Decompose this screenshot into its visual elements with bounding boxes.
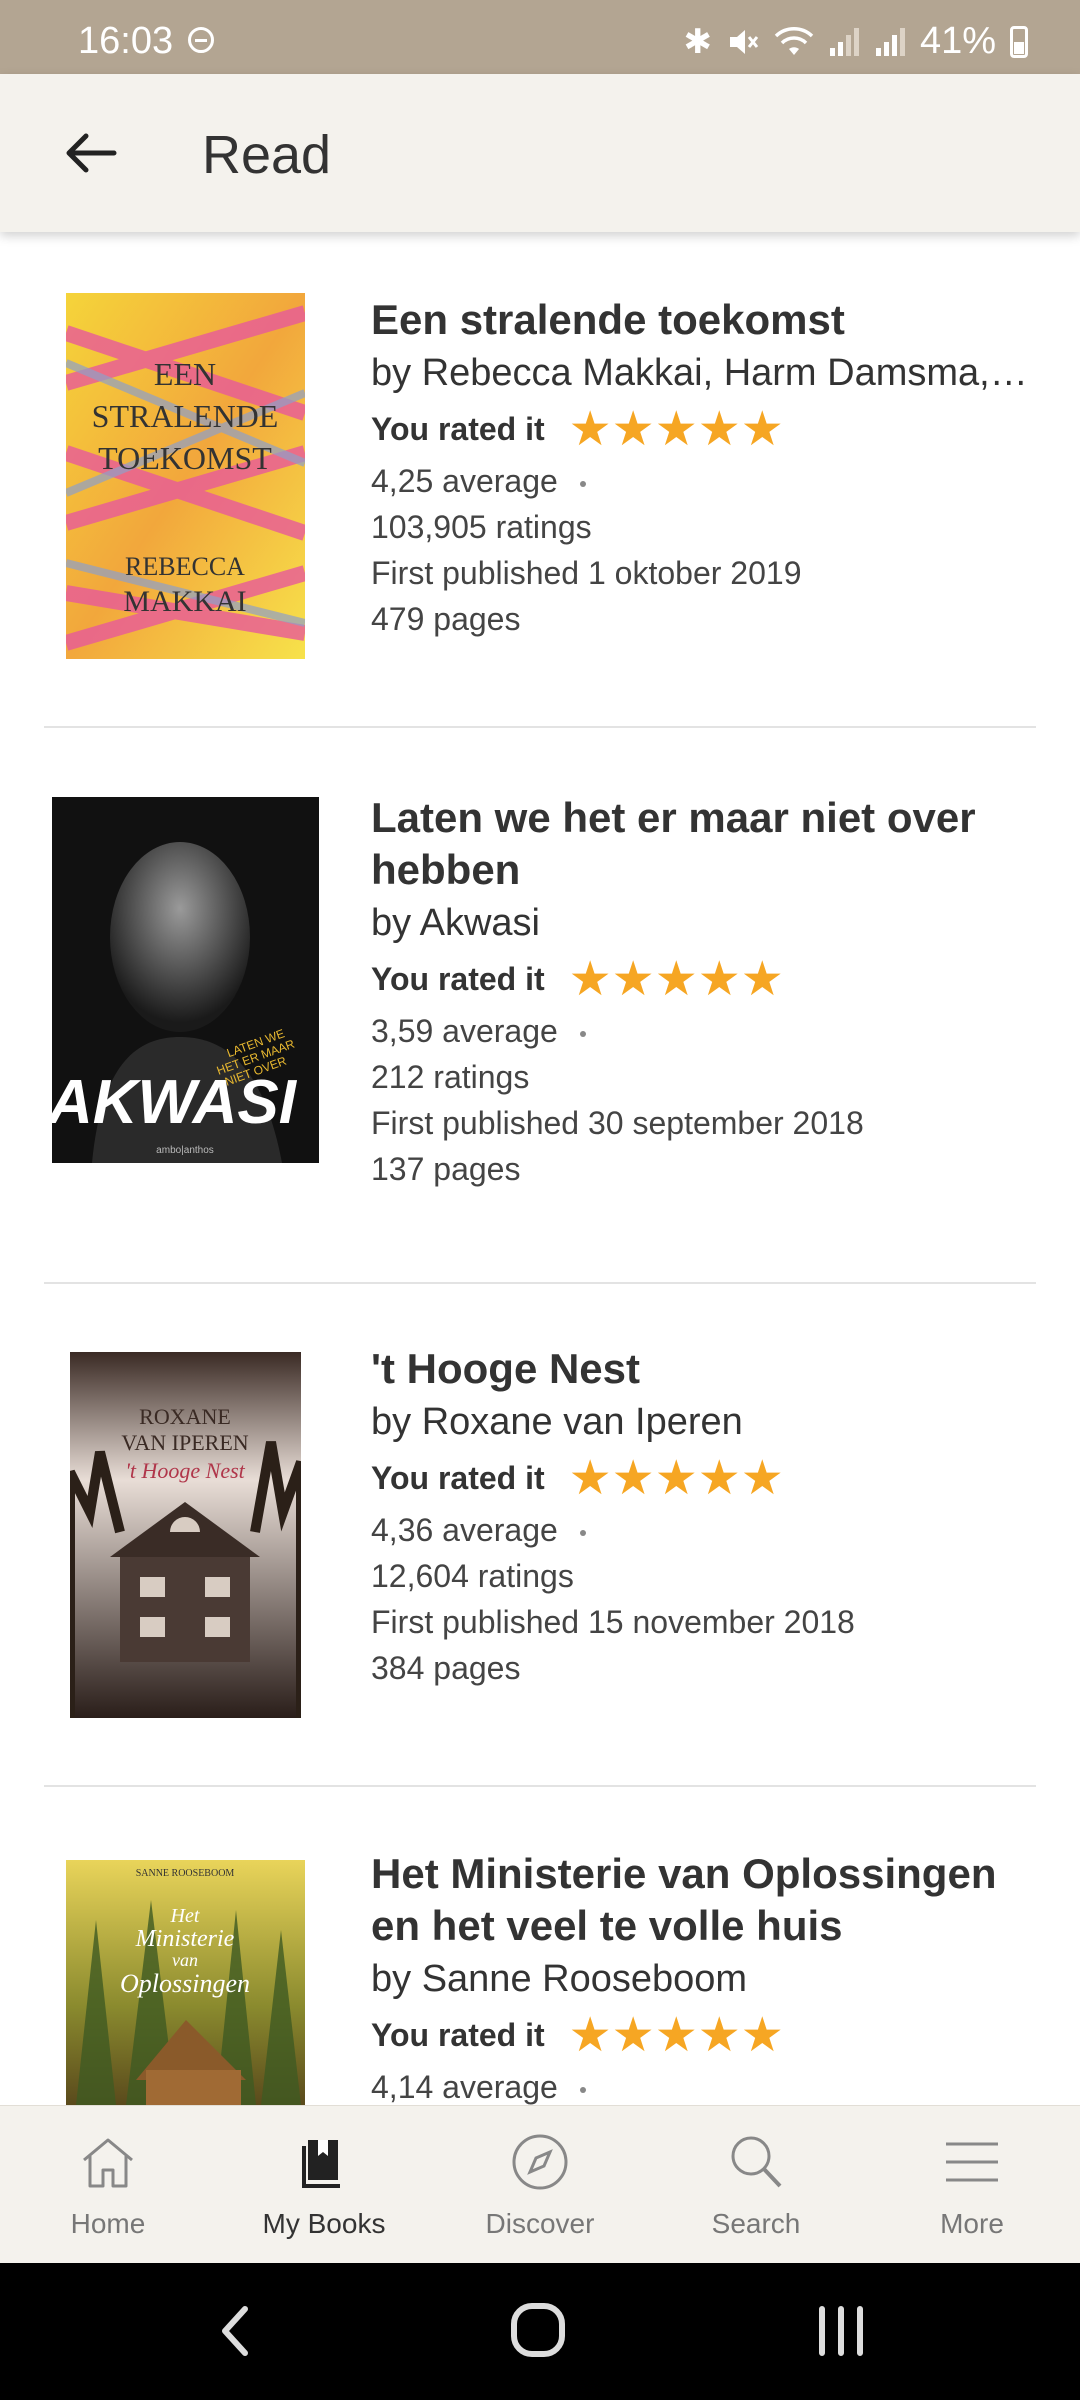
cover-author: SANNE ROOSEBOOM	[136, 1868, 235, 1879]
status-icons: ✱ 41%	[683, 20, 1028, 63]
cover-author-line: ROXANE	[139, 1404, 231, 1429]
average-rating: 3,59 average	[371, 1008, 1036, 1054]
nav-label: More	[940, 2208, 1004, 2239]
nav-my-books[interactable]: My Books	[216, 2106, 432, 2264]
book-cover[interactable]: EEN STRALENDE TOEKOMST REBECCA MAKKAI	[66, 293, 305, 659]
cover-title-line: EEN	[154, 356, 216, 392]
cover-title-line: TOEKOMST	[98, 440, 272, 476]
bottom-navigation: Home My Books Discover Search More	[0, 2105, 1080, 2264]
cover-author-line: VAN IPEREN	[121, 1430, 248, 1455]
mute-icon	[729, 29, 759, 54]
book-info: 't Hooge Nest by Roxane van Iperen You r…	[371, 1343, 1036, 1691]
user-rating: You rated it ★★★★★	[371, 950, 1036, 1008]
rating-stars[interactable]: ★★★★★	[569, 2007, 784, 2063]
book-info: Een stralende toekomst by Rebecca Makkai…	[371, 294, 1036, 642]
book-cover[interactable]: LATEN WE HET ER MAAR NIET OVER AKWASI am…	[52, 797, 319, 1163]
book-author[interactable]: by Rebecca Makkai, Harm Damsma, …	[371, 346, 1036, 400]
cover-title-line: Ministerie	[135, 1926, 235, 1952]
home-icon	[83, 2138, 133, 2188]
separator-dot	[579, 1529, 586, 1536]
ratings-count: 12,604 ratings	[371, 1558, 574, 1594]
cover-title: 't Hooge Nest	[125, 1458, 245, 1483]
average-rating: 4,14 average	[371, 2064, 1036, 2105]
user-rating: You rated it ★★★★★	[371, 2006, 1036, 2064]
separator-dot	[579, 1030, 586, 1037]
system-recents-icon[interactable]	[806, 2301, 876, 2361]
nav-label: My Books	[262, 2208, 386, 2239]
page-title: Read	[202, 125, 332, 185]
cover-publisher: ambo|anthos	[156, 1145, 214, 1156]
status-time: 16:03	[78, 20, 174, 62]
status-bar: 16:03 ✱ 41%	[0, 0, 1080, 74]
cover-title-line: van	[172, 1950, 198, 1970]
rated-label: You rated it	[371, 960, 545, 997]
wifi-icon	[774, 26, 814, 55]
book-author[interactable]: by Roxane van Iperen	[371, 1395, 1036, 1449]
rated-label: You rated it	[371, 1459, 545, 1496]
rated-label: You rated it	[371, 2016, 545, 2053]
separator-dot	[579, 2086, 586, 2093]
nav-home[interactable]: Home	[0, 2106, 216, 2264]
search-icon	[731, 2136, 782, 2188]
nav-search[interactable]: Search	[648, 2106, 864, 2264]
book-icon	[302, 2140, 340, 2188]
book-title[interactable]: Laten we het er maar niet over hebben	[371, 792, 1036, 896]
book-title[interactable]: Het Ministerie van Oplossingen en het ve…	[371, 1848, 1036, 1952]
user-rating: You rated it ★★★★★	[371, 1449, 1036, 1507]
page-count: 137 pages	[371, 1151, 521, 1187]
app-bar: Read	[0, 74, 1080, 232]
page-count: 384 pages	[371, 1650, 521, 1686]
compass-icon	[512, 2134, 568, 2190]
divider	[44, 1282, 1036, 1284]
book-title[interactable]: Een stralende toekomst	[371, 294, 1036, 346]
battery-icon	[1010, 25, 1028, 58]
book-cover[interactable]: SANNE ROOSEBOOM Het Ministerie van Oplos…	[66, 1860, 305, 2105]
book-title[interactable]: 't Hooge Nest	[371, 1343, 1036, 1395]
published-date: First published 1 oktober 2019	[371, 555, 802, 591]
do-not-disturb-icon	[188, 27, 214, 53]
separator-dot	[579, 480, 586, 487]
cover-title-line: Het	[170, 1905, 200, 1927]
rated-label: You rated it	[371, 410, 545, 447]
nav-label: Home	[70, 2208, 146, 2239]
average-rating: 4,36 average	[371, 1507, 1036, 1553]
book-info: Laten we het er maar niet over hebben by…	[371, 792, 1036, 1192]
bluetooth-icon: ✱	[683, 22, 712, 61]
rating-stars[interactable]: ★★★★★	[569, 401, 784, 457]
rating-stars[interactable]: ★★★★★	[569, 1450, 784, 1506]
menu-icon	[946, 2142, 998, 2182]
divider	[44, 1785, 1036, 1787]
cover-author-line: MAKKAI	[123, 585, 246, 618]
cover-author-line: REBECCA	[125, 552, 245, 581]
nav-discover[interactable]: Discover	[432, 2106, 648, 2264]
user-rating: You rated it ★★★★★	[371, 400, 1036, 458]
nav-more[interactable]: More	[864, 2106, 1080, 2264]
book-list[interactable]: EEN STRALENDE TOEKOMST REBECCA MAKKAI Ee…	[0, 232, 1080, 2105]
published-date: First published 15 november 2018	[371, 1604, 855, 1640]
rating-stars[interactable]: ★★★★★	[569, 951, 784, 1007]
back-arrow-icon[interactable]	[56, 118, 126, 188]
system-navigation-bar	[0, 2263, 1080, 2400]
book-author[interactable]: by Sanne Rooseboom	[371, 1952, 1036, 2006]
book-info: Het Ministerie van Oplossingen en het ve…	[371, 1848, 1036, 2105]
system-back-icon[interactable]	[201, 2301, 271, 2361]
cover-name: AKWASI	[52, 1068, 298, 1137]
signal-icon	[829, 27, 859, 56]
book-author[interactable]: by Akwasi	[371, 896, 1036, 950]
ratings-count: 103,905 ratings	[371, 509, 592, 545]
nav-label: Search	[711, 2208, 801, 2239]
page-count: 479 pages	[371, 601, 521, 637]
cover-title-line: Oplossingen	[120, 1969, 250, 1998]
divider	[44, 726, 1036, 728]
ratings-count: 212 ratings	[371, 1059, 530, 1095]
cover-title-line: STRALENDE	[92, 398, 279, 434]
published-date: First published 30 september 2018	[371, 1105, 864, 1141]
battery-percent: 41%	[919, 20, 996, 62]
nav-label: Discover	[485, 2208, 595, 2239]
system-home-icon[interactable]	[503, 2301, 573, 2361]
signal-icon-2	[875, 27, 905, 56]
average-rating: 4,25 average	[371, 458, 1036, 504]
book-cover[interactable]: ROXANE VAN IPEREN 't Hooge Nest	[70, 1352, 301, 1718]
